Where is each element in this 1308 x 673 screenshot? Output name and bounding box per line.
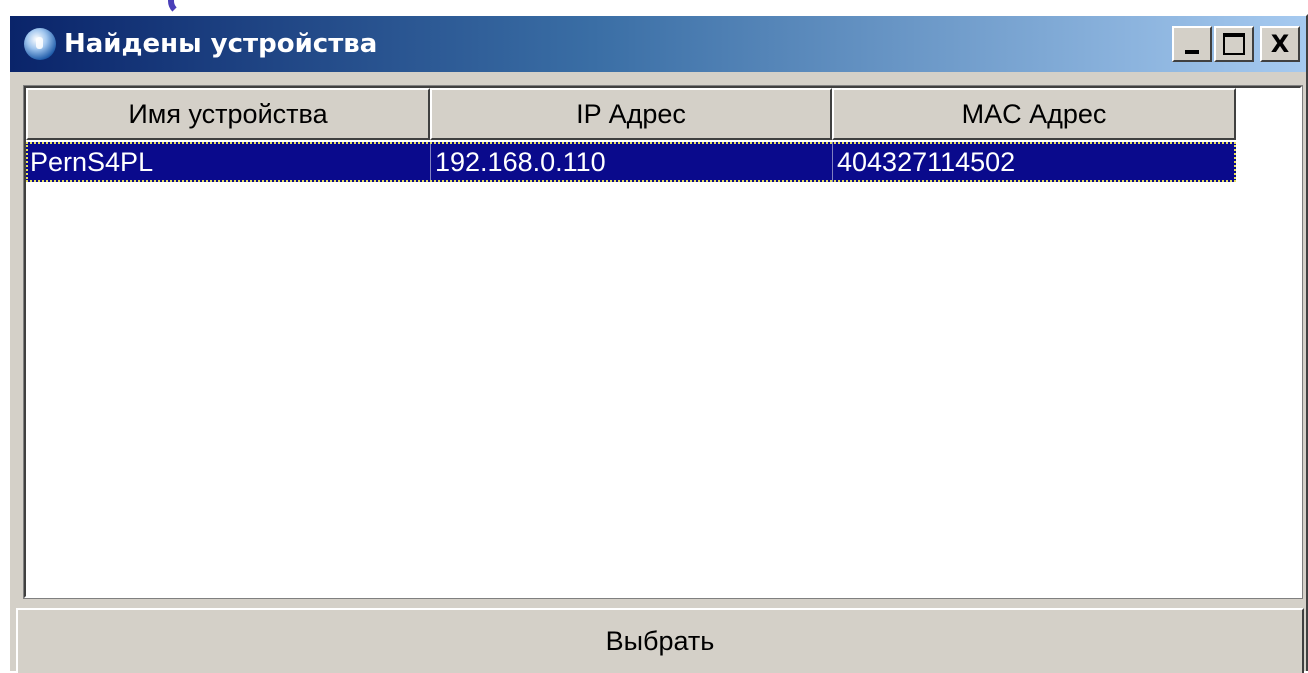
column-header-mac-address[interactable]: MAC Адрес — [832, 88, 1236, 140]
window-controls: X — [1172, 26, 1300, 62]
minimize-button[interactable] — [1172, 26, 1212, 62]
device-list[interactable]: Имя устройства IP Адрес MAC Адрес PernS4… — [23, 85, 1303, 599]
devices-found-dialog: Найдены устройства X Имя устройства IP А… — [8, 14, 1308, 673]
maximize-icon — [1223, 33, 1245, 55]
cell-mac-address: 404327114502 — [832, 142, 1236, 182]
column-header-device-name[interactable]: Имя устройства — [26, 88, 430, 140]
list-header: Имя устройства IP Адрес MAC Адрес — [26, 88, 1236, 140]
close-icon: X — [1270, 30, 1290, 58]
title-bar[interactable]: Найдены устройства X — [10, 16, 1306, 72]
close-button[interactable]: X — [1260, 26, 1300, 62]
table-row[interactable]: PernS4PL 192.168.0.110 404327114502 — [26, 142, 1236, 182]
app-globe-icon[interactable] — [24, 28, 56, 60]
select-button[interactable]: Выбрать — [16, 608, 1304, 673]
minimize-icon — [1185, 50, 1199, 54]
window-title: Найдены устройства — [64, 29, 378, 59]
cell-device-name: PernS4PL — [30, 146, 154, 177]
cell-ip-address: 192.168.0.110 — [430, 142, 832, 182]
column-header-ip-address[interactable]: IP Адрес — [430, 88, 832, 140]
maximize-button[interactable] — [1214, 26, 1254, 62]
